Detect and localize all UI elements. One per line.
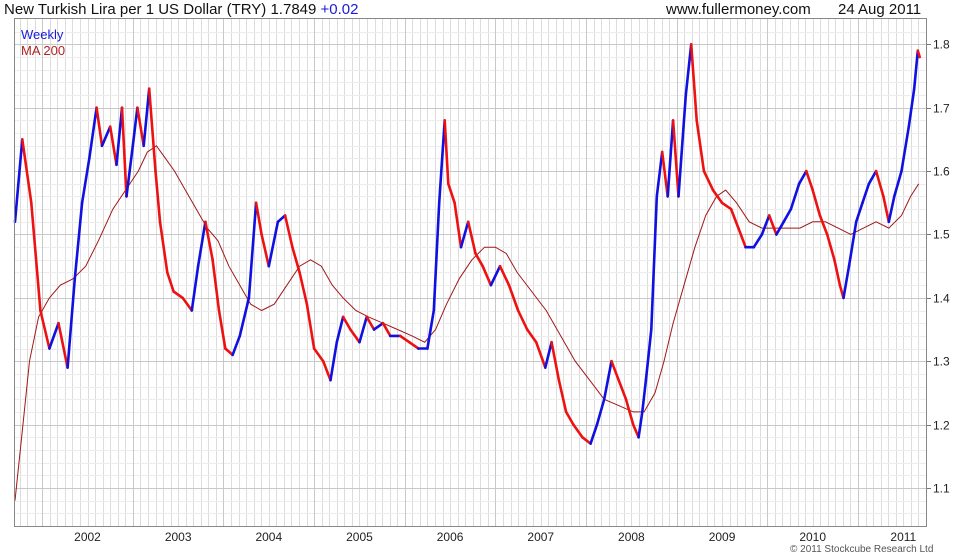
weekly-segment (358, 315, 369, 344)
weekly-segment (525, 328, 538, 344)
chart-area: 1.11.21.31.41.51.61.71.8 2002 2003 2004 200… (13, 18, 950, 544)
weekly-segment (407, 340, 420, 350)
y-tick-label: 1.1 (933, 482, 950, 496)
x-axis-ticks: 2002 2003 2004 2005 2006 2007 2008 2009 2010 2011 (74, 530, 916, 544)
x-tick-label: 2011 (890, 530, 916, 544)
weekly-segment (874, 169, 885, 198)
weekly-segment (640, 378, 648, 414)
x-tick-label: 2008 (618, 530, 645, 544)
weekly-segment (507, 283, 520, 312)
weekly-segment (231, 334, 242, 357)
weekly-segment (312, 347, 325, 363)
weekly-segment (782, 207, 793, 224)
weekly-segment (39, 309, 51, 350)
weekly-segment (57, 321, 69, 369)
weekly-segment (854, 201, 864, 224)
x-tick-label: 2004 (255, 530, 282, 544)
weekly-segment (432, 201, 441, 312)
weekly-segment (247, 201, 258, 300)
legend-weekly: Weekly (21, 27, 64, 42)
weekly-segment (426, 309, 436, 350)
weekly-segment (760, 214, 771, 236)
y-tick-label: 1.3 (933, 355, 950, 369)
weekly-segment (446, 182, 456, 205)
weekly-segment (466, 220, 477, 255)
weekly-segment (181, 296, 194, 312)
weekly-segment (95, 106, 104, 148)
chart-title: New Turkish Lira per 1 US Dollar (TRY) (4, 1, 267, 18)
weekly-segment (867, 169, 878, 186)
weekly-segment (564, 410, 575, 426)
weekly-segment (443, 119, 450, 186)
weekly-segment (166, 271, 175, 293)
weekly-series (13, 43, 922, 445)
weekly-segment (804, 169, 815, 192)
weekly-segment (684, 43, 693, 97)
weekly-segment (349, 328, 361, 344)
weekly-segment (720, 201, 733, 211)
weekly-segment (916, 49, 922, 59)
copyright-text: © 2011 Stockcube Research Ltd (790, 544, 934, 555)
y-tick-label: 1.4 (933, 292, 950, 306)
date-label: 24 Aug 2011 (838, 1, 922, 18)
weekly-segment (610, 359, 621, 382)
last-value: 1.7849 (270, 1, 317, 18)
x-tick-label: 2009 (709, 530, 736, 544)
weekly-segment (644, 328, 653, 382)
legend-ma200: MA 200 (21, 43, 66, 58)
weekly-segment (557, 378, 568, 414)
weekly-segment (602, 359, 613, 401)
x-tick-label: 2005 (346, 530, 373, 544)
weekly-segment (516, 309, 529, 331)
weekly-segment (238, 296, 251, 338)
change-value: +0.02 (320, 1, 359, 18)
grid (15, 19, 927, 527)
weekly-segment (254, 201, 263, 236)
y-axis-ticks: 1.1 1.2 1.3 1.4 1.5 1.6 1.7 1.8 (926, 38, 950, 496)
y-tick-label: 1.8 (933, 38, 950, 52)
weekly-segment (481, 264, 493, 287)
x-tick-label: 2007 (527, 530, 554, 544)
weekly-segment (498, 264, 511, 287)
weekly-segment (534, 340, 547, 369)
weekly-segment (892, 169, 903, 198)
weekly-segment (842, 264, 851, 300)
weekly-segment (861, 182, 871, 205)
weekly-segment (695, 119, 706, 173)
site-label: www.fullermoney.com (666, 1, 811, 18)
x-tick-label: 2003 (165, 530, 192, 544)
y-tick-label: 1.2 (933, 419, 950, 433)
weekly-segment (73, 201, 84, 281)
weekly-segment (291, 245, 301, 274)
x-tick-label: 2002 (74, 530, 101, 544)
weekly-segment (298, 271, 309, 306)
chart-title-bar: New Turkish Lira per 1 US Dollar (TRY) 1… (4, 1, 359, 18)
weekly-segment (572, 423, 584, 439)
weekly-segment (260, 233, 271, 268)
y-tick-label: 1.5 (933, 228, 950, 242)
weekly-segment (474, 252, 485, 268)
weekly-segment (589, 423, 599, 445)
y-tick-label: 1.7 (933, 102, 950, 116)
weekly-segment (217, 309, 227, 350)
y-tick-label: 1.6 (933, 165, 950, 179)
weekly-segment (108, 125, 118, 167)
weekly-segment (595, 397, 606, 426)
weekly-segment (737, 226, 747, 249)
weekly-segment (702, 169, 715, 192)
x-tick-label: 2010 (799, 530, 826, 544)
x-tick-label: 2006 (437, 530, 464, 544)
